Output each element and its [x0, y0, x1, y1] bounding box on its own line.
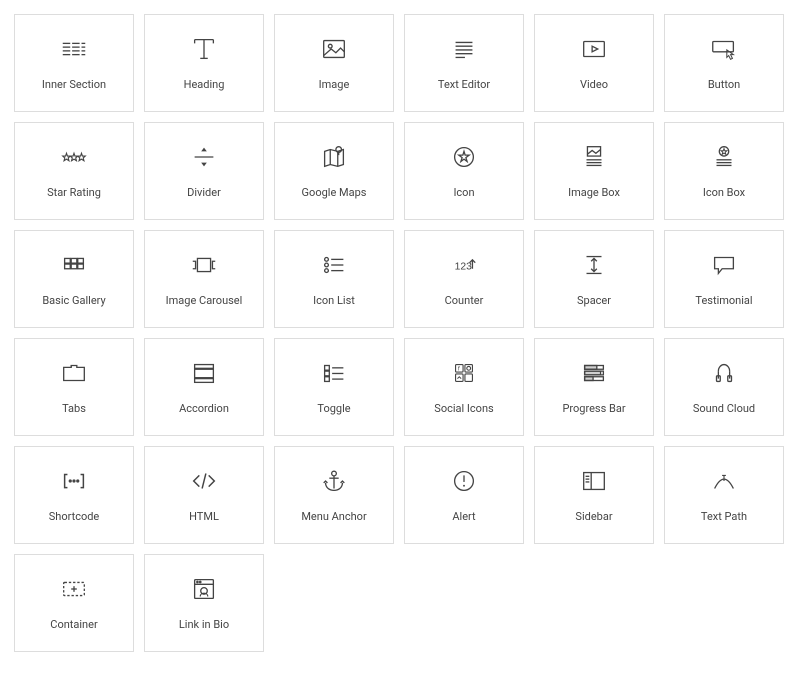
- widget-sidebar[interactable]: Sidebar: [534, 446, 654, 544]
- image-carousel-icon: [189, 250, 219, 280]
- social-icons-icon: f: [449, 358, 479, 388]
- html-icon: [189, 466, 219, 496]
- widget-label: Sound Cloud: [693, 402, 755, 415]
- spacer-icon: [579, 250, 609, 280]
- widget-label: Container: [50, 618, 97, 631]
- widget-sound-cloud[interactable]: Sound Cloud: [664, 338, 784, 436]
- google-maps-icon: [319, 142, 349, 172]
- icon-box-icon: [709, 142, 739, 172]
- testimonial-icon: [709, 250, 739, 280]
- video-icon: [579, 34, 609, 64]
- widget-counter[interactable]: 123 Counter: [404, 230, 524, 328]
- widget-label: Link in Bio: [179, 618, 229, 631]
- widget-label: Icon List: [313, 294, 355, 307]
- widget-label: Sidebar: [575, 510, 612, 523]
- text-path-icon: [709, 466, 739, 496]
- widget-label: HTML: [189, 510, 219, 523]
- widget-label: Testimonial: [695, 294, 752, 307]
- widget-icon-box[interactable]: Icon Box: [664, 122, 784, 220]
- basic-gallery-icon: [59, 250, 89, 280]
- widget-label: Text Editor: [438, 78, 490, 91]
- widget-label: Star Rating: [47, 186, 101, 199]
- widgets-grid: Inner Section Heading Image Text Editor …: [14, 14, 784, 652]
- widget-image-box[interactable]: Image Box: [534, 122, 654, 220]
- widget-button[interactable]: Button: [664, 14, 784, 112]
- widget-label: Image Carousel: [166, 294, 243, 307]
- icon-list-icon: [319, 250, 349, 280]
- widget-progress-bar[interactable]: Progress Bar: [534, 338, 654, 436]
- widget-label: Spacer: [577, 294, 611, 307]
- widget-label: Accordion: [179, 402, 229, 415]
- icon-icon: [449, 142, 479, 172]
- svg-text:123: 123: [455, 262, 472, 273]
- widget-heading[interactable]: Heading: [144, 14, 264, 112]
- widget-menu-anchor[interactable]: Menu Anchor: [274, 446, 394, 544]
- widget-google-maps[interactable]: Google Maps: [274, 122, 394, 220]
- image-box-icon: [579, 142, 609, 172]
- widget-label: Heading: [184, 78, 225, 91]
- svg-text:f: f: [458, 366, 460, 373]
- widget-link-in-bio[interactable]: Link in Bio: [144, 554, 264, 652]
- widget-star-rating[interactable]: Star Rating: [14, 122, 134, 220]
- widget-image-carousel[interactable]: Image Carousel: [144, 230, 264, 328]
- widget-alert[interactable]: Alert: [404, 446, 524, 544]
- widget-label: Tabs: [62, 402, 86, 415]
- image-icon: [319, 34, 349, 64]
- divider-icon: [189, 142, 219, 172]
- widget-basic-gallery[interactable]: Basic Gallery: [14, 230, 134, 328]
- widget-social-icons[interactable]: f Social Icons: [404, 338, 524, 436]
- widget-label: Image Box: [568, 186, 620, 199]
- button-icon: [709, 34, 739, 64]
- toggle-icon: [319, 358, 349, 388]
- widget-inner-section[interactable]: Inner Section: [14, 14, 134, 112]
- widget-divider[interactable]: Divider: [144, 122, 264, 220]
- widget-label: Button: [708, 78, 740, 91]
- widget-icon-list[interactable]: Icon List: [274, 230, 394, 328]
- widget-label: Social Icons: [434, 402, 493, 415]
- widget-label: Shortcode: [49, 510, 100, 523]
- widget-image[interactable]: Image: [274, 14, 394, 112]
- sound-cloud-icon: [709, 358, 739, 388]
- widget-shortcode[interactable]: Shortcode: [14, 446, 134, 544]
- widget-accordion[interactable]: Accordion: [144, 338, 264, 436]
- widget-label: Toggle: [317, 402, 350, 415]
- counter-icon: 123: [449, 250, 479, 280]
- widget-label: Alert: [452, 510, 475, 523]
- link-in-bio-icon: [189, 574, 219, 604]
- widget-tabs[interactable]: Tabs: [14, 338, 134, 436]
- widget-container[interactable]: Container: [14, 554, 134, 652]
- widget-label: Icon Box: [703, 186, 745, 199]
- inner-section-icon: [59, 34, 89, 64]
- widget-icon[interactable]: Icon: [404, 122, 524, 220]
- widget-label: Basic Gallery: [42, 294, 105, 307]
- widget-label: Icon: [453, 186, 474, 199]
- menu-anchor-icon: [319, 466, 349, 496]
- widget-label: Google Maps: [302, 186, 367, 199]
- widget-label: Text Path: [701, 510, 747, 523]
- shortcode-icon: [59, 466, 89, 496]
- widget-label: Progress Bar: [562, 402, 625, 415]
- widget-video[interactable]: Video: [534, 14, 654, 112]
- widget-label: Image: [319, 78, 350, 91]
- widget-label: Video: [580, 78, 608, 91]
- widget-testimonial[interactable]: Testimonial: [664, 230, 784, 328]
- widget-toggle[interactable]: Toggle: [274, 338, 394, 436]
- widget-html[interactable]: HTML: [144, 446, 264, 544]
- widget-label: Menu Anchor: [301, 510, 366, 523]
- accordion-icon: [189, 358, 219, 388]
- sidebar-icon: [579, 466, 609, 496]
- widget-spacer[interactable]: Spacer: [534, 230, 654, 328]
- progress-bar-icon: [579, 358, 609, 388]
- widget-text-path[interactable]: Text Path: [664, 446, 784, 544]
- container-icon: [59, 574, 89, 604]
- tabs-icon: [59, 358, 89, 388]
- widget-label: Inner Section: [42, 78, 106, 91]
- widget-text-editor[interactable]: Text Editor: [404, 14, 524, 112]
- widget-label: Divider: [187, 186, 221, 199]
- star-rating-icon: [59, 142, 89, 172]
- heading-icon: [189, 34, 219, 64]
- alert-icon: [449, 466, 479, 496]
- widget-label: Counter: [445, 294, 484, 307]
- text-editor-icon: [449, 34, 479, 64]
